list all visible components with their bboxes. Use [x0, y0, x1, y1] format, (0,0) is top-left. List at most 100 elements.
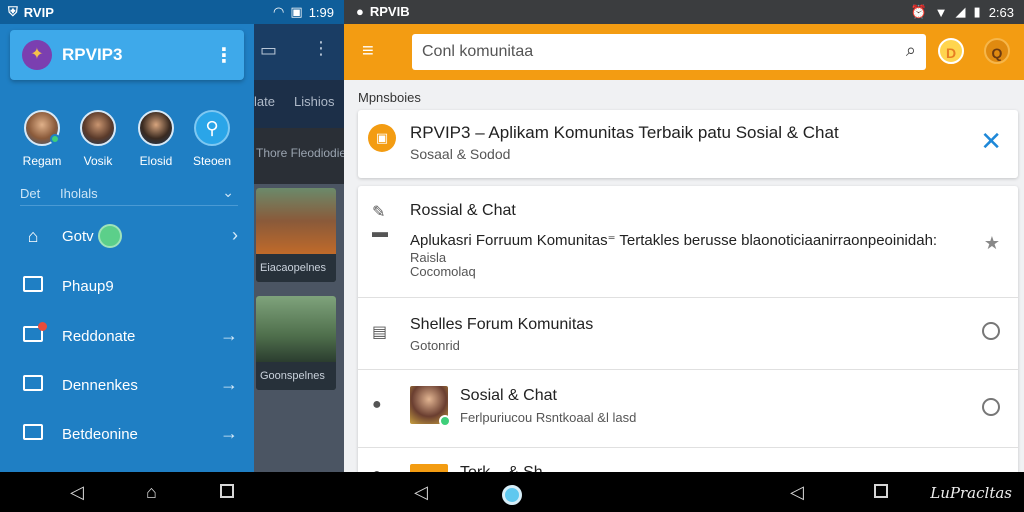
- arrow-right-icon: →: [220, 374, 238, 394]
- item-thumbnail: [410, 464, 448, 472]
- search-input[interactable]: Conl komunitaa ⌕: [412, 34, 926, 70]
- sim-icon: ▣: [290, 4, 303, 19]
- drawer-item-label: Gotv: [62, 228, 94, 245]
- alarm-icon: ⏰: [910, 4, 927, 19]
- tag-icon: ✎: [372, 204, 386, 221]
- more-vert-icon[interactable]: ⋮: [214, 43, 234, 68]
- back-icon[interactable]: ◁: [414, 482, 428, 503]
- card-image: [256, 296, 336, 362]
- drawer-header[interactable]: ✦ RPVIP3 ⋮: [10, 30, 244, 80]
- background-card[interactable]: Goonspelnes: [256, 296, 336, 390]
- right-phone-screen: ● RPVIB ⏰ ▼ ◢ ▮ 2:63 ≡ Conl komunitaa ⌕ …: [344, 0, 1024, 472]
- list-item[interactable]: ✎ ▬ Rossial & Chat Aplukasri Forruum Kom…: [358, 186, 1018, 298]
- status-bar: ⛨ RVIP ◠ ▣ 1:99: [0, 0, 344, 24]
- green-badge-icon: [98, 224, 122, 248]
- chat-icon: ▬: [372, 224, 388, 241]
- list-item-subtitle: Gotonrid: [410, 338, 460, 353]
- home-icon[interactable]: ⌂: [146, 482, 157, 503]
- list-item[interactable]: ● Tork... & Sh...: [358, 448, 1018, 472]
- search-placeholder: Conl komunitaa: [422, 43, 534, 60]
- close-icon[interactable]: ✕: [980, 126, 1002, 157]
- drawer-section-toggle[interactable]: Det Iholals ⌄: [20, 184, 238, 206]
- avatar[interactable]: Regam: [14, 110, 70, 168]
- chevron-right-icon: ›: [232, 225, 238, 245]
- calendar-icon: [22, 375, 44, 395]
- drawer-title: RPVIP3: [62, 45, 123, 64]
- section-label: Iholals: [60, 186, 98, 201]
- background-app: ▭ ⋮ late Lishios Thore Fleodiodies Eiaca…: [254, 24, 344, 472]
- list-item-title: Tork... & Sh...: [460, 464, 556, 472]
- status-time: 2:63: [988, 4, 1014, 20]
- online-dot: [50, 134, 60, 144]
- star-icon[interactable]: ★: [984, 233, 1000, 254]
- drawer-item-betdeonine[interactable]: Betdeonine →: [0, 414, 254, 454]
- list-item[interactable]: ● Sosial & Chat Ferlpuriucou Rsntkoaal &…: [358, 370, 1018, 448]
- more-icon: ⋮: [312, 38, 330, 58]
- recents-icon[interactable]: [874, 482, 888, 503]
- chevron-down-icon: ⌄: [222, 184, 234, 200]
- shield-icon: ⛨: [8, 4, 18, 19]
- tab-late[interactable]: late: [254, 94, 275, 109]
- home-button-icon[interactable]: [502, 485, 522, 505]
- section-label: Det: [20, 186, 41, 201]
- app-logo-icon: ✦: [22, 40, 52, 70]
- user-thumbnail: [410, 386, 451, 427]
- avatar-name: Steoen: [192, 154, 232, 168]
- background-tabs: late Lishios: [254, 80, 344, 128]
- profile-badge-button[interactable]: D: [938, 38, 964, 64]
- radio-button[interactable]: [982, 322, 1000, 340]
- app-square-icon: ▣: [368, 124, 396, 152]
- edit-icon: [22, 322, 47, 346]
- avatar-name: Vosik: [83, 154, 113, 168]
- card-image: [256, 188, 336, 254]
- featured-title: RPVIP3 – Aplikam Komunitas Terbaik patu …: [410, 123, 839, 142]
- card-caption: Eiacaopelnes: [256, 254, 336, 282]
- mail-icon: [22, 276, 44, 296]
- drawer-item-reddonate[interactable]: Reddonate →: [0, 316, 254, 356]
- list-item-subtitle: Cocomolaq: [410, 264, 476, 279]
- arrow-right-icon: →: [220, 325, 238, 345]
- featured-card[interactable]: ▣ RPVIP3 – Aplikam Komunitas Terbaik pat…: [358, 110, 1018, 178]
- wifi-icon: ◠: [273, 4, 285, 19]
- search-chat-icon: ●: [372, 396, 382, 413]
- status-bar: ● RPVIB ⏰ ▼ ◢ ▮ 2:63: [344, 0, 1024, 24]
- avatar[interactable]: Elosid: [128, 110, 184, 168]
- list-item-subtitle: Raisla: [410, 250, 447, 265]
- drawer-item-phaup9[interactable]: Phaup9: [0, 266, 254, 306]
- search-icon[interactable]: ⌕: [906, 40, 916, 61]
- account-button[interactable]: Q: [984, 38, 1010, 64]
- list-item[interactable]: ▤ Shelles Forum Komunitas Gotonrid: [358, 298, 1018, 370]
- avatar-row: Regam Vosik Elosid ⚲ Steoen: [0, 110, 254, 170]
- battery-icon: ▮: [973, 4, 981, 19]
- radio-button[interactable]: [982, 398, 1000, 416]
- wifi-icon: ▼: [934, 4, 948, 20]
- navigation-drawer: ✦ RPVIP3 ⋮ Regam Vosik Elosid ⚲ Steoen D…: [0, 24, 254, 472]
- home-icon: ⌂: [27, 226, 39, 246]
- drawer-item-label: Reddonate: [62, 328, 136, 345]
- drawer-item-gotv[interactable]: ⌂ Gotv ›: [0, 216, 254, 256]
- back-icon[interactable]: ◁: [790, 482, 804, 503]
- section-heading: Mpnsboies: [358, 90, 421, 105]
- drawer-item-label: Phaup9: [62, 278, 114, 295]
- hamburger-menu-icon[interactable]: ≡: [362, 40, 374, 63]
- arrow-right-icon: →: [220, 423, 238, 443]
- watermark: LuPracltas: [930, 484, 1012, 502]
- recents-icon[interactable]: [220, 482, 234, 503]
- avatar[interactable]: Vosik: [70, 110, 126, 168]
- tab-lishios[interactable]: Lishios: [294, 94, 334, 109]
- results-list: ✎ ▬ Rossial & Chat Aplukasri Forruum Kom…: [358, 186, 1018, 472]
- background-card[interactable]: Eiacaopelnes: [256, 188, 336, 282]
- drawer-item-label: Betdeonine: [62, 426, 138, 443]
- avatar[interactable]: ⚲ Steoen: [184, 110, 240, 168]
- signal-icon: ◢: [955, 4, 966, 19]
- list-item-description: Aplukasri Forruum Komunitas⁼ Tertakles b…: [410, 232, 938, 249]
- list-item-title: Shelles Forum Komunitas: [410, 316, 594, 333]
- background-subheader: Thore Fleodiodies: [254, 128, 344, 184]
- bookmark-icon: [22, 424, 44, 444]
- list-item-title: Sosial & Chat: [460, 387, 557, 404]
- image-icon: ▭: [260, 40, 278, 60]
- status-time: 1:99: [308, 4, 334, 20]
- drawer-item-dennenkes[interactable]: Dennenkes →: [0, 365, 254, 405]
- featured-subtitle: Sosaal & Sodod: [410, 146, 511, 162]
- back-icon[interactable]: ◁: [70, 482, 84, 503]
